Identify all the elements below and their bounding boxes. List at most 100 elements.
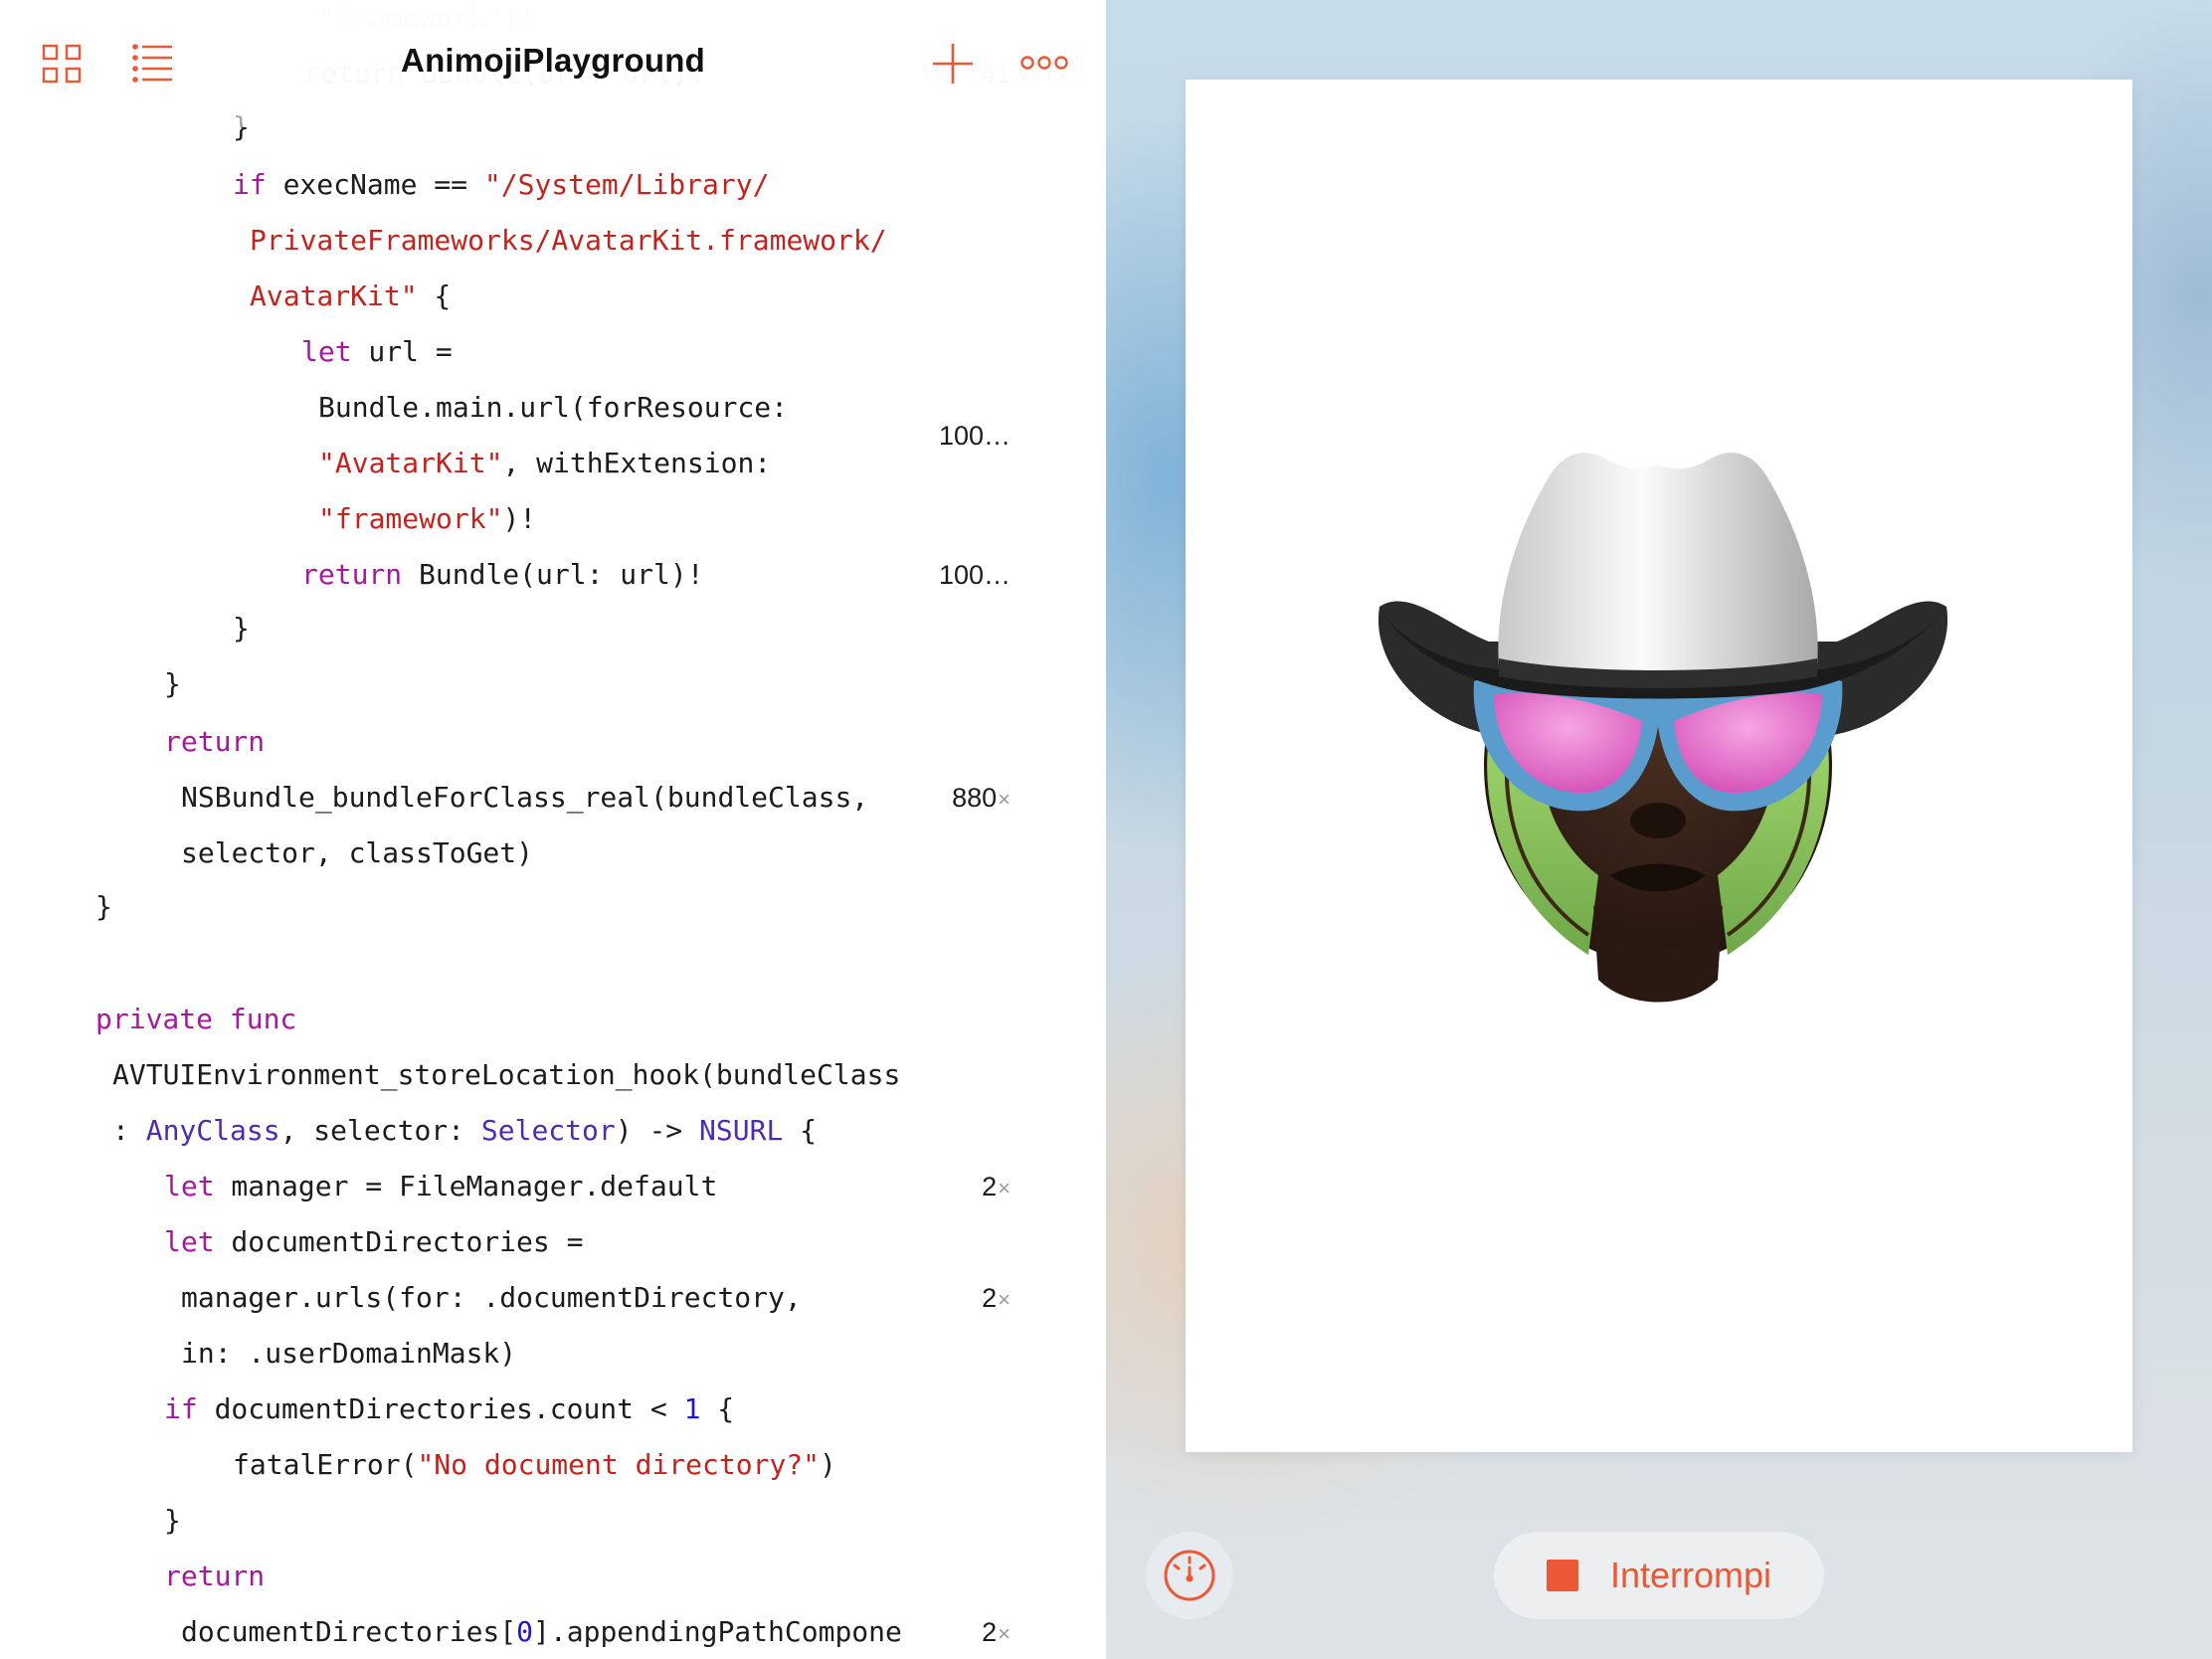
code-token: } <box>95 890 112 923</box>
result-count: 2 <box>982 1172 998 1201</box>
code-token: NSURL <box>699 1114 784 1147</box>
code-token: return <box>164 1560 266 1592</box>
code-token: ) <box>820 1448 836 1481</box>
code-token: 1 <box>683 1392 701 1425</box>
code-token: documentDirectories[ <box>181 1615 517 1648</box>
code-token: execName == <box>266 168 484 201</box>
code-token: AnyClass <box>145 1114 280 1147</box>
times-icon: × <box>998 1176 1011 1200</box>
stop-button-label: Interrompi <box>1609 1555 1772 1595</box>
code-token: in: .userDomainMask) <box>181 1337 517 1370</box>
result-count: 100… <box>938 560 1011 590</box>
code-token: } <box>164 667 181 700</box>
result-value[interactable]: 2× <box>812 1612 1011 1654</box>
speed-button[interactable] <box>1146 1532 1233 1619</box>
code-line[interactable]: NSBundle_bundleForClass_real(bundleClass… <box>181 778 868 818</box>
code-line[interactable]: Bundle.main.url(forResource: <box>318 388 788 428</box>
code-token: let <box>164 1225 215 1258</box>
code-token: Bundle.main.url(forResource: <box>318 391 789 424</box>
code-token: "AvatarKit" <box>318 447 503 479</box>
times-icon: × <box>998 1621 1011 1646</box>
code-line[interactable]: fatalError("No document directory?") <box>233 1445 836 1485</box>
code-token: )! <box>502 502 537 535</box>
code-line[interactable]: private func <box>95 1000 296 1039</box>
code-line[interactable]: return Bundle(url: url)! <box>301 555 704 595</box>
code-token: if <box>233 168 267 201</box>
code-token: : <box>112 1114 146 1147</box>
code-token: "/System/Library/ <box>483 168 770 201</box>
code-line[interactable]: documentDirectories[0].appendingPathComp… <box>181 1612 902 1652</box>
code-line[interactable]: AvatarKit" { <box>250 276 451 316</box>
result-value[interactable]: 2× <box>812 1278 1011 1320</box>
code-token: url = <box>351 335 453 368</box>
code-token: } <box>164 1504 181 1537</box>
code-line[interactable]: "AvatarKit", withExtension: <box>318 444 771 483</box>
code-line[interactable]: } <box>95 887 112 927</box>
code-token: AvatarKit" <box>250 279 418 312</box>
code-line[interactable]: PrivateFrameworks/AvatarKit.framework/ <box>250 221 887 261</box>
code-line[interactable]: let manager = FileManager.default <box>164 1167 717 1206</box>
code-line[interactable]: manager.urls(for: .documentDirectory, <box>181 1278 802 1318</box>
code-token: , selector: <box>279 1114 481 1147</box>
code-token: fatalError( <box>233 1448 418 1481</box>
code-token: ) -> <box>615 1114 700 1147</box>
result-count: 100… <box>938 421 1011 451</box>
code-token: { <box>783 1114 818 1147</box>
code-token: manager = FileManager.default <box>214 1170 718 1202</box>
code-token: { <box>700 1392 735 1425</box>
code-token: let <box>301 335 352 368</box>
code-token: } <box>233 612 250 645</box>
code-token: { <box>417 279 452 312</box>
live-view-canvas[interactable] <box>1186 80 2132 1452</box>
code-line[interactable]: : AnyClass, selector: Selector) -> NSURL… <box>112 1111 817 1151</box>
result-value[interactable]: 100… <box>812 555 1011 595</box>
editor-toolbar: AnimojiPlayground <box>0 0 1106 127</box>
code-token: return <box>301 558 403 591</box>
stop-button[interactable]: Interrompi <box>1494 1532 1824 1619</box>
code-token: let <box>164 1170 215 1202</box>
live-view: Interrompi <box>1106 0 2212 1659</box>
code-line[interactable]: if execName == "/System/Library/ <box>233 165 769 205</box>
cowboy-memoji-avatar <box>1378 453 1948 1003</box>
code-line[interactable]: } <box>164 1501 181 1541</box>
result-count: 880 <box>952 783 998 813</box>
code-token: "framework" <box>318 502 503 535</box>
code-token: selector, classToGet) <box>181 836 534 869</box>
result-count: 2 <box>982 1617 998 1647</box>
stop-icon <box>1546 1560 1578 1591</box>
code-token: PrivateFrameworks/AvatarKit.framework/ <box>250 224 887 257</box>
code-token: 0 <box>516 1615 534 1648</box>
code-line[interactable]: if documentDirectories.count < 1 { <box>164 1389 734 1429</box>
more-icon[interactable] <box>1020 55 1068 76</box>
code-token: documentDirectories = <box>214 1225 584 1258</box>
code-token: NSBundle_bundleForClass_real(bundleClass… <box>181 781 869 814</box>
result-value[interactable]: 2× <box>812 1167 1011 1208</box>
code-token: documentDirectories.count < <box>197 1392 684 1425</box>
code-line[interactable]: let documentDirectories = <box>164 1222 583 1262</box>
result-value[interactable]: 880× <box>812 778 1011 820</box>
code-token: , withExtension: <box>502 447 772 479</box>
code-line[interactable]: "framework")! <box>318 499 536 539</box>
code-token: "No document directory?" <box>417 1448 821 1481</box>
code-token: Bundle(url: url)! <box>402 558 704 591</box>
plus-icon[interactable] <box>931 42 975 91</box>
code-line[interactable]: return <box>164 722 265 762</box>
result-count: 2 <box>982 1283 998 1313</box>
code-line[interactable]: let url = <box>301 332 453 372</box>
times-icon: × <box>998 787 1011 812</box>
code-line[interactable]: } <box>233 609 250 648</box>
code-line[interactable]: in: .userDomainMask) <box>181 1334 516 1374</box>
code-line[interactable]: AVTUIEnvironment_storeLocation_hook(bund… <box>112 1055 900 1095</box>
code-token: AVTUIEnvironment_storeLocation_hook(bund… <box>112 1058 901 1091</box>
code-token: if <box>164 1392 198 1425</box>
code-token: private func <box>95 1003 297 1035</box>
speedometer-icon <box>1164 1550 1215 1601</box>
code-line[interactable]: } <box>164 664 181 704</box>
code-editor[interactable]: "framework")! return Bundle(url: url)!} if… <box>0 0 1106 1659</box>
result-value[interactable]: 100… <box>812 416 1011 456</box>
code-token: return <box>164 725 266 758</box>
code-line[interactable]: selector, classToGet) <box>181 833 533 873</box>
code-line[interactable]: return <box>164 1557 265 1596</box>
code-token: manager.urls(for: .documentDirectory, <box>181 1281 802 1314</box>
times-icon: × <box>998 1287 1011 1312</box>
